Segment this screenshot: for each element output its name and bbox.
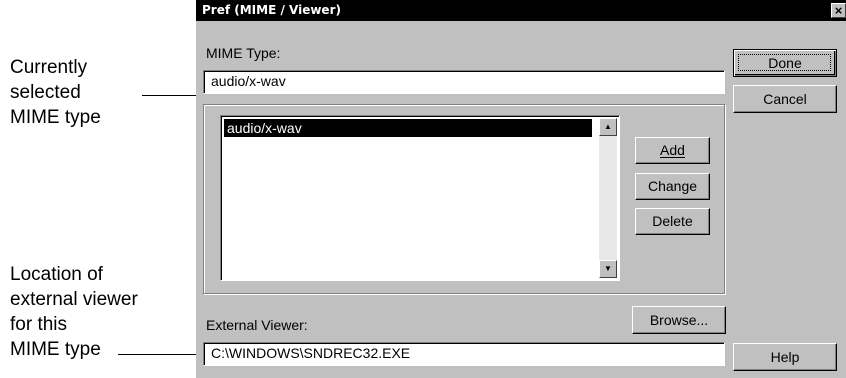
change-button-label: Change	[647, 178, 698, 194]
mime-type-label: MIME Type:	[206, 45, 281, 61]
callout-line: Currently	[10, 57, 88, 78]
title-bar: Pref (MIME / Viewer) ×	[196, 0, 846, 21]
mime-type-input[interactable]: audio/x-wav	[203, 70, 725, 94]
mime-type-list[interactable]: audio/x-wav ▲ ▼	[220, 115, 620, 281]
callout-line: Location of	[10, 264, 103, 285]
mime-viewer-dialog: Pref (MIME / Viewer) × MIME Type: audio/…	[196, 0, 846, 378]
help-button-label: Help	[770, 349, 800, 365]
callout-line: MIME type	[10, 339, 101, 360]
browse-button-label: Browse...	[649, 312, 709, 328]
delete-button-label: Delete	[652, 213, 693, 229]
mime-type-leader-line	[142, 95, 202, 96]
callout-line: for this	[10, 314, 68, 335]
change-button[interactable]: Change	[635, 173, 710, 200]
list-scrollbar[interactable]: ▲ ▼	[599, 118, 617, 278]
help-button[interactable]: Help	[733, 343, 837, 371]
external-viewer-input[interactable]: C:\WINDOWS\SNDREC32.EXE	[203, 342, 725, 366]
callout-line: MIME type	[10, 107, 101, 128]
external-viewer-label: External Viewer:	[206, 317, 308, 333]
scroll-up-icon[interactable]: ▲	[599, 118, 617, 136]
add-button-label: Add	[660, 142, 685, 158]
browse-button[interactable]: Browse...	[632, 306, 726, 334]
cancel-button[interactable]: Cancel	[733, 85, 837, 113]
cancel-button-label: Cancel	[763, 91, 807, 107]
callout-line: external viewer	[10, 289, 138, 310]
delete-button[interactable]: Delete	[635, 208, 710, 235]
mime-list-group: audio/x-wav ▲ ▼ Add Change Delete	[203, 104, 725, 294]
scroll-down-icon[interactable]: ▼	[599, 260, 617, 278]
dialog-title: Pref (MIME / Viewer)	[202, 3, 341, 17]
viewer-leader-line	[118, 354, 202, 355]
viewer-callout: Location of external viewer for this MIM…	[10, 262, 138, 362]
done-button-label: Done	[768, 55, 802, 71]
add-button[interactable]: Add	[635, 137, 710, 164]
done-button[interactable]: Done	[733, 49, 837, 77]
callout-line: selected	[10, 82, 81, 103]
close-icon[interactable]: ×	[831, 3, 846, 18]
list-item[interactable]: audio/x-wav	[224, 119, 592, 137]
mime-type-callout: Currently selected MIME type	[10, 55, 101, 130]
